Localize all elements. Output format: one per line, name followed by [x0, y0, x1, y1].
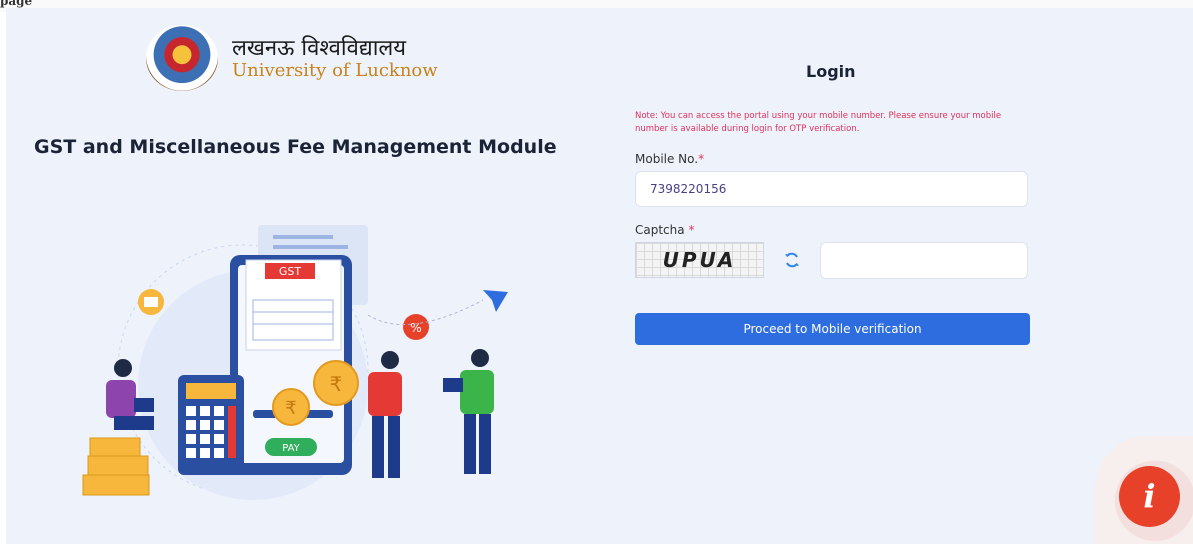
module-title: GST and Miscellaneous Fee Management Mod…	[34, 136, 557, 158]
rupee-coin-2: ₹	[330, 372, 343, 396]
captcha-image: UPUA	[635, 242, 764, 278]
payment-illustration: GST ₹ ₹ PAY %	[82, 225, 508, 500]
required-mark: *	[698, 152, 705, 166]
login-note: Note: You can access the portal using yo…	[635, 111, 1002, 134]
required-mark: *	[688, 223, 695, 237]
captcha-label-text: Captcha	[635, 223, 689, 237]
login-title: Login	[806, 62, 856, 81]
mobile-label-text: Mobile No.	[635, 152, 699, 166]
refresh-captcha-icon[interactable]	[783, 251, 801, 269]
university-seal-logo	[146, 25, 218, 91]
percent-badge: %	[410, 321, 421, 335]
gst-label: GST	[279, 265, 302, 278]
university-name-english: University of Lucknow	[232, 60, 438, 81]
info-button[interactable]: i	[1119, 466, 1180, 527]
clipped-header-text: page	[0, 0, 33, 8]
mobile-label: Mobile No.*	[635, 152, 704, 166]
captcha-label: Captcha *	[635, 223, 694, 237]
proceed-to-mobile-verification-button[interactable]: Proceed to Mobile verification	[635, 313, 1030, 345]
mobile-number-input[interactable]: 7398220156	[635, 171, 1028, 207]
university-name-hindi: लखनऊ विश्वविद्यालय	[232, 36, 407, 61]
pay-label: PAY	[282, 443, 300, 454]
refresh-icon	[785, 252, 799, 268]
rupee-coin-1: ₹	[285, 398, 296, 419]
info-icon: i	[1143, 477, 1156, 515]
captcha-input[interactable]	[820, 242, 1028, 279]
